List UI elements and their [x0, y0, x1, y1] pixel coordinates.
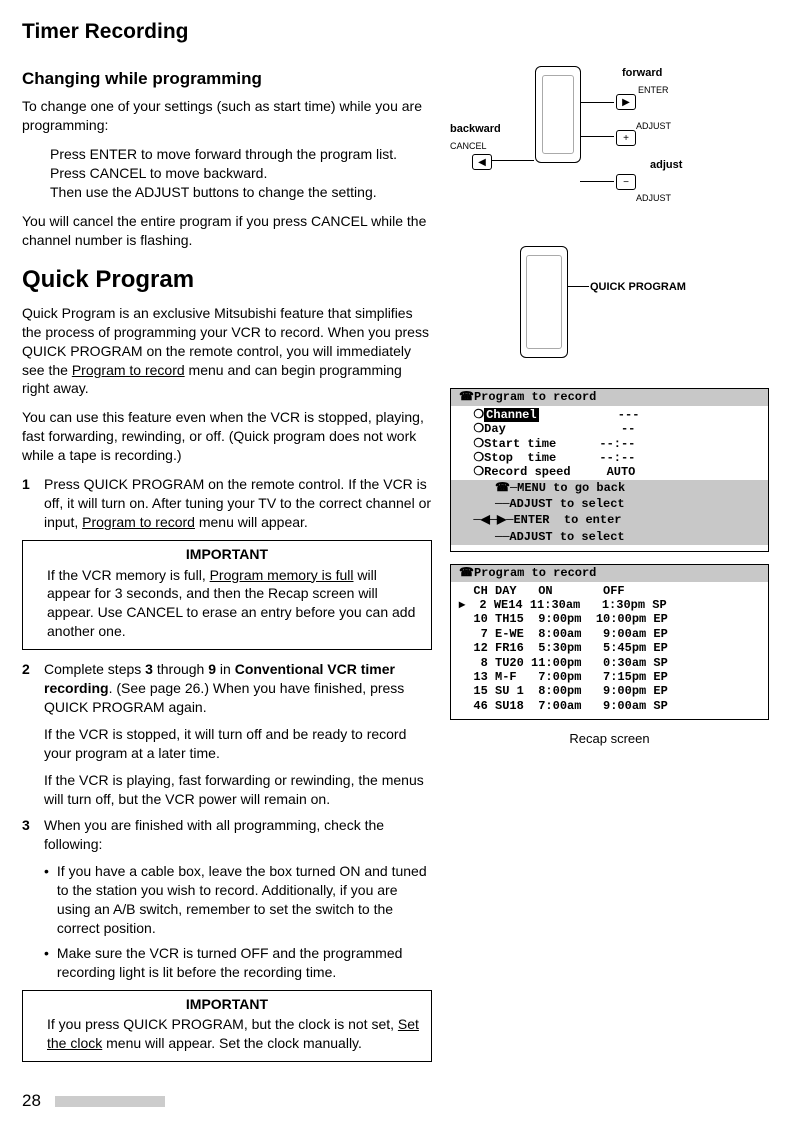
- important-2-body: If you press QUICK PROGRAM, but the cloc…: [47, 1015, 423, 1053]
- bullet-2: Make sure the VCR is turned OFF and the …: [57, 944, 432, 982]
- adjust-label-1: ADJUST: [636, 120, 671, 132]
- quick-program-label: QUICK PROGRAM: [590, 280, 686, 295]
- backward-label: backward: [450, 122, 501, 137]
- step-2-sub2: If the VCR is playing, fast forwarding o…: [44, 771, 432, 809]
- step-1-body: Press QUICK PROGRAM on the remote contro…: [44, 475, 432, 532]
- important-1-body: If the VCR memory is full, Program memor…: [47, 566, 423, 642]
- remote-outline-2: [520, 246, 568, 358]
- cancel-note: You will cancel the entire program if yo…: [22, 212, 432, 250]
- remote-diagram-1: backward CANCEL forward ENTER ADJUST adj…: [450, 66, 769, 216]
- page-number: 28: [22, 1090, 41, 1113]
- recap-screen: ☎Program to record CH DAY ON OFF ▸ 2 WE1…: [450, 564, 769, 720]
- enter-key-icon: ▶: [616, 94, 636, 110]
- enter-step: Press ENTER to move forward through the …: [50, 145, 432, 164]
- footer-bar: [55, 1096, 165, 1107]
- program-screen: ☎Program to record ❍Channel --- ❍Day -- …: [450, 388, 769, 552]
- minus-key-icon: −: [616, 174, 636, 190]
- adjust-step: Then use the ADJUST buttons to change th…: [50, 183, 432, 202]
- important-box-1: IMPORTANT If the VCR memory is full, Pro…: [22, 540, 432, 650]
- quick-p2: You can use this feature even when the V…: [22, 408, 432, 465]
- important-1-title: IMPORTANT: [31, 545, 423, 564]
- forward-label: forward: [622, 66, 662, 81]
- intro-paragraph: To change one of your settings (such as …: [22, 97, 432, 135]
- adjust-bold-label: adjust: [650, 158, 682, 173]
- enter-label: ENTER: [638, 84, 669, 96]
- quick-p1: Quick Program is an exclusive Mitsubishi…: [22, 304, 432, 398]
- step-2-sub1: If the VCR is stopped, it will turn off …: [44, 725, 432, 763]
- step-3-body: When you are finished with all programmi…: [44, 816, 432, 854]
- step-2-num: 2: [22, 660, 44, 717]
- step-3-num: 3: [22, 816, 44, 854]
- recap-caption: Recap screen: [450, 730, 769, 748]
- plus-key-icon: +: [616, 130, 636, 146]
- cancel-label: CANCEL: [450, 140, 487, 152]
- bullet-1: If you have a cable box, leave the box t…: [57, 862, 432, 938]
- step-2-body: Complete steps 3 through 9 in Convention…: [44, 660, 432, 717]
- remote-outline: [535, 66, 581, 163]
- cancel-key-icon: ◀: [472, 154, 492, 170]
- quick-program-heading: Quick Program: [22, 264, 432, 296]
- adjust-label-2: ADJUST: [636, 192, 671, 204]
- important-box-2: IMPORTANT If you press QUICK PROGRAM, bu…: [22, 990, 432, 1063]
- cancel-step: Press CANCEL to move backward.: [50, 164, 432, 183]
- subheading-changing: Changing while programming: [22, 68, 432, 91]
- important-2-title: IMPORTANT: [31, 995, 423, 1014]
- page-title: Timer Recording: [22, 18, 769, 46]
- step-1-num: 1: [22, 475, 44, 532]
- remote-diagram-2: QUICK PROGRAM: [450, 246, 769, 376]
- step-3-bullets: If you have a cable box, leave the box t…: [44, 862, 432, 981]
